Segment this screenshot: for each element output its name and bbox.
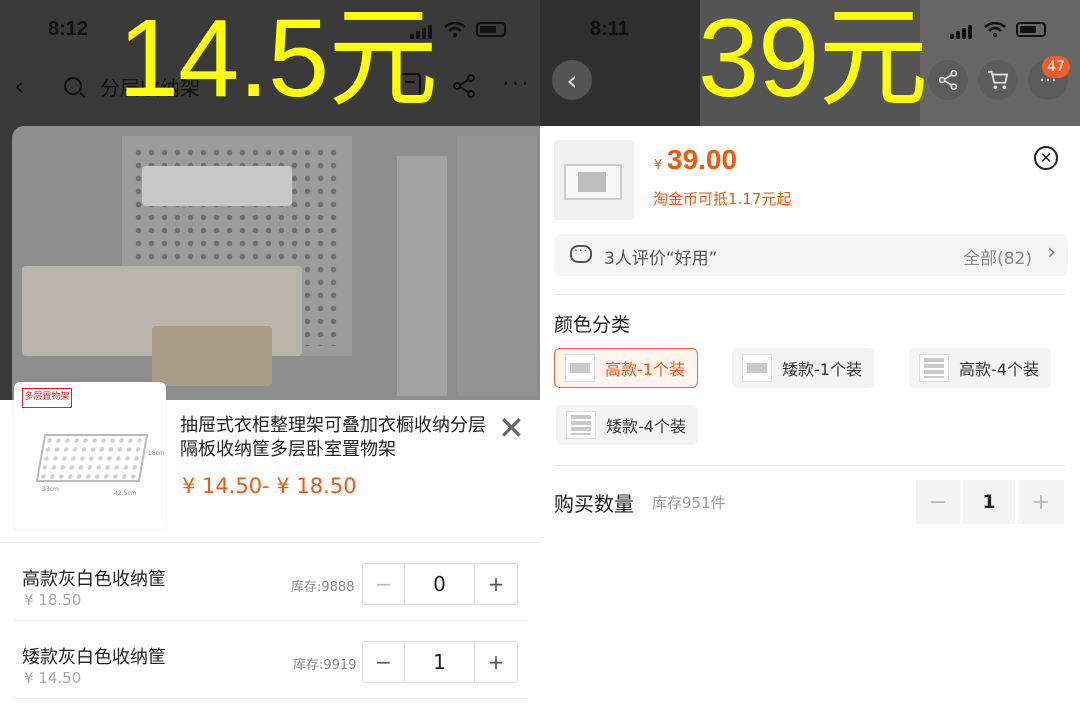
sku-stock: 库存:9888 — [291, 580, 355, 595]
quantity-stepper: − 1 + — [362, 641, 518, 683]
share-icon[interactable] — [452, 74, 476, 98]
basket-illustration — [35, 434, 149, 482]
product-image-area: 8:11 ‹ ··· 47 39元 — [540, 0, 1080, 126]
divider — [0, 542, 540, 543]
option-short-1pack[interactable]: 矮款-1个装 — [732, 348, 874, 388]
option-thumbnail — [919, 354, 949, 382]
status-time: 8:12 — [48, 18, 89, 40]
product-thumbnail — [554, 140, 634, 220]
cart-badge: 47 — [1042, 56, 1070, 78]
thumb-dim-depth: 42.5cm — [114, 490, 137, 497]
currency-symbol: ¥ — [654, 158, 663, 173]
battery-icon — [476, 22, 506, 37]
decrease-button[interactable]: − — [916, 480, 960, 524]
option-tall-4pack[interactable]: 高款-4个装 — [909, 348, 1051, 388]
quantity-value[interactable]: 1 — [405, 642, 475, 682]
search-icon — [64, 77, 82, 95]
share-button[interactable] — [928, 60, 968, 100]
thumb-dim-height: 18cm — [148, 450, 165, 457]
sku-price: ¥ 18.50 — [24, 591, 82, 609]
increase-button[interactable]: + — [475, 642, 517, 682]
product-image-area: 8:12 ‹ 分层收纳架 ··· 14.5元 — [0, 0, 540, 400]
option-thumbnail — [565, 354, 595, 382]
sku-name: 高款灰白色收纳筐 — [22, 569, 166, 590]
cart-icon — [988, 70, 1009, 90]
increase-button[interactable]: + — [1018, 480, 1064, 524]
status-time: 8:11 — [590, 18, 629, 40]
cart-button[interactable] — [978, 60, 1018, 100]
option-thumbnail — [566, 411, 596, 439]
wifi-icon — [984, 21, 1006, 37]
price-range: ¥ 14.50- ¥ 18.50 — [182, 474, 357, 498]
decrease-button[interactable]: − — [363, 564, 405, 604]
chevron-right-icon: › — [1047, 240, 1056, 265]
increase-button[interactable]: + — [475, 564, 517, 604]
overlay-price-left: 14.5元 — [118, 0, 438, 120]
divider — [554, 465, 1066, 466]
battery-icon — [1016, 22, 1046, 37]
signal-icon — [950, 20, 974, 39]
option-thumbnail — [742, 354, 772, 382]
color-section-title: 颜色分类 — [554, 314, 631, 336]
thumb-dim-width: 33cm — [42, 486, 59, 493]
status-icons — [950, 20, 1046, 39]
quantity-value[interactable]: 0 — [405, 564, 475, 604]
overlay-price-right: 39元 — [698, 0, 928, 120]
sku-name: 矮款灰白色收纳筐 — [22, 647, 166, 668]
stock-text: 库存951件 — [652, 494, 726, 512]
option-label: 矮款-4个装 — [606, 417, 686, 436]
quantity-value[interactable]: 1 — [963, 480, 1015, 524]
product-thumbnail: 多层置物架 33cm 42.5cm 18cm — [14, 382, 166, 530]
wifi-icon — [444, 21, 466, 37]
quantity-stepper: − 0 + — [362, 563, 518, 605]
back-icon[interactable]: ‹ — [14, 72, 24, 102]
back-button[interactable]: ‹ — [552, 60, 592, 100]
share-icon — [938, 70, 958, 90]
review-all-link[interactable]: 全部(82) — [963, 244, 1032, 269]
more-icon[interactable]: ··· — [502, 70, 531, 98]
option-label: 矮款-1个装 — [782, 360, 862, 379]
review-bar[interactable]: 3人评价“好用” 全部(82) › — [554, 234, 1068, 276]
quantity-stepper: − 1 + — [916, 480, 1064, 524]
quantity-label: 购买数量 — [554, 492, 634, 516]
product-title: 抽屉式衣柜整理架可叠加衣橱收纳分层隔板收纳筐多层卧室置物架 — [180, 415, 486, 460]
sku-stock: 库存:9919 — [293, 658, 357, 673]
option-tall-1pack[interactable]: 高款-1个装 — [554, 348, 698, 388]
right-screenshot: 8:11 ‹ ··· 47 39元 ¥ 39.00 淘金币可抵1.17元起 ✕ … — [540, 0, 1080, 715]
thumb-tag: 多层置物架 — [22, 388, 72, 408]
product-photo — [12, 126, 540, 400]
close-icon[interactable]: ✕ — [1034, 146, 1058, 170]
option-label: 高款-4个装 — [959, 360, 1039, 379]
coin-discount: 淘金币可抵1.17元起 — [653, 190, 792, 208]
divider — [14, 620, 528, 621]
divider — [554, 294, 1066, 295]
decrease-button[interactable]: − — [363, 642, 405, 682]
option-label: 高款-1个装 — [605, 360, 685, 379]
review-summary: 3人评价“好用” — [604, 249, 718, 269]
option-short-4pack[interactable]: 矮款-4个装 — [556, 405, 698, 445]
comment-icon — [570, 240, 592, 263]
left-screenshot: 8:12 ‹ 分层收纳架 ··· 14.5元 多层置物架 33cm 42.5cm… — [0, 0, 540, 715]
divider — [14, 698, 528, 699]
product-price: 39.00 — [667, 144, 738, 175]
sku-price: ¥ 14.50 — [24, 669, 82, 687]
back-icon: ‹ — [566, 63, 578, 97]
close-icon[interactable]: ✕ — [498, 412, 525, 444]
